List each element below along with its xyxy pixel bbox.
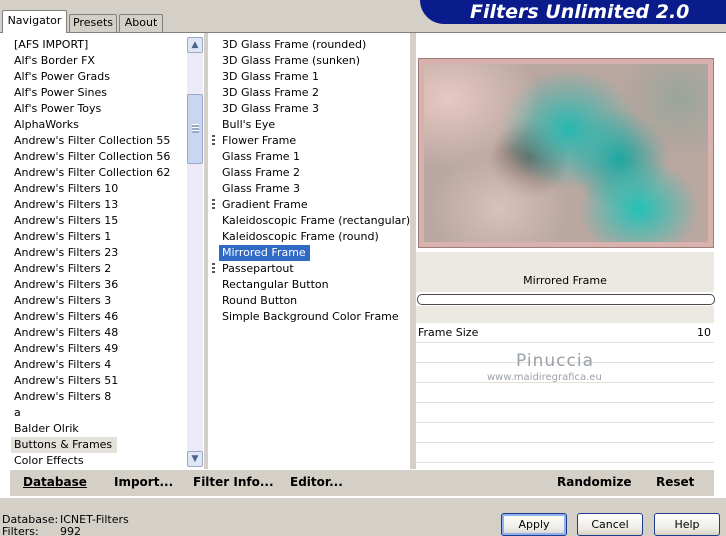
- editor-button[interactable]: Editor...: [290, 475, 343, 489]
- category-item[interactable]: Andrew's Filters 23: [11, 245, 118, 261]
- category-item[interactable]: Andrew's Filters 46: [11, 309, 118, 325]
- filter-item[interactable]: Rectangular Button: [219, 277, 329, 293]
- filter-item[interactable]: Glass Frame 1: [219, 149, 300, 165]
- filter-item[interactable]: Simple Background Color Frame: [219, 309, 399, 325]
- import-button[interactable]: Import...: [114, 475, 173, 489]
- category-item[interactable]: Andrew's Filter Collection 62: [11, 165, 170, 181]
- scroll-down-button[interactable]: ▼: [187, 451, 203, 467]
- filter-item[interactable]: 3D Glass Frame 3: [219, 101, 319, 117]
- filter-item[interactable]: Flower Frame: [211, 133, 296, 149]
- category-item[interactable]: Alf's Power Toys: [11, 101, 101, 117]
- filters-status-value: 992: [60, 525, 81, 536]
- category-item[interactable]: Buttons & Frames: [11, 437, 118, 453]
- tab-about[interactable]: About: [119, 14, 163, 32]
- param-row: [416, 384, 714, 403]
- filters-status-label: Filters:: [2, 525, 39, 536]
- filter-item[interactable]: Glass Frame 3: [219, 181, 300, 197]
- preview-image: [418, 58, 714, 248]
- category-item[interactable]: Andrew's Filters 48: [11, 325, 118, 341]
- category-item[interactable]: [AFS IMPORT]: [11, 37, 88, 53]
- divider: [204, 33, 208, 469]
- reset-button[interactable]: Reset: [656, 475, 694, 489]
- category-scrollbar[interactable]: ▲ ▼: [187, 37, 203, 467]
- category-item[interactable]: Andrew's Filter Collection 56: [11, 149, 170, 165]
- filter-item[interactable]: Kaleidoscopic Frame (round): [219, 229, 379, 245]
- import-label: Import...: [114, 475, 174, 489]
- scroll-up-button[interactable]: ▲: [187, 37, 203, 53]
- category-item[interactable]: Andrew's Filters 49: [11, 341, 118, 357]
- param-row: [416, 444, 714, 463]
- filter-item[interactable]: 3D Glass Frame 1: [219, 69, 319, 85]
- watermark-name: Pinuccia: [516, 351, 594, 371]
- param-value[interactable]: 10: [697, 326, 711, 339]
- category-item[interactable]: Andrew's Filters 13: [11, 197, 118, 213]
- chevron-down-icon: ▼: [191, 454, 199, 464]
- category-item[interactable]: Andrew's Filters 51: [11, 373, 118, 389]
- category-item[interactable]: Andrew's Filters 10: [11, 181, 118, 197]
- filter-item[interactable]: 3D Glass Frame 2: [219, 85, 319, 101]
- apply-button[interactable]: Apply: [501, 513, 567, 536]
- category-item[interactable]: Andrew's Filter Collection 55: [11, 133, 170, 149]
- filter-list[interactable]: 3D Glass Frame (rounded) 3D Glass Frame (…: [211, 37, 410, 325]
- randomize-button[interactable]: Randomize: [557, 475, 631, 489]
- category-item[interactable]: Alf's Power Sines: [11, 85, 107, 101]
- scroll-thumb[interactable]: [187, 94, 203, 164]
- parameter-panel: Frame Size 10: [416, 324, 714, 466]
- category-item[interactable]: Color Effects: [11, 453, 84, 469]
- category-item[interactable]: Andrew's Filters 1: [11, 229, 111, 245]
- category-item[interactable]: Andrew's Filters 3: [11, 293, 111, 309]
- category-item[interactable]: Alf's Power Grads: [11, 69, 110, 85]
- database-button[interactable]: Database: [23, 475, 87, 489]
- param-row[interactable]: Frame Size 10: [416, 324, 714, 343]
- preview-gap: [416, 252, 714, 270]
- filter-item[interactable]: Passepartout: [212, 261, 294, 277]
- param-row: [416, 424, 714, 443]
- app-title: Filters Unlimited 2.0: [470, 1, 690, 23]
- randomize-label: Randomize: [557, 475, 632, 489]
- param-row: [416, 404, 714, 423]
- filter-info-button[interactable]: Filter Info...: [193, 475, 274, 489]
- database-label: Database: [23, 475, 87, 489]
- category-item[interactable]: Balder Olrik: [11, 421, 79, 437]
- filter-item[interactable]: 3D Glass Frame (sunken): [219, 53, 360, 69]
- filter-item[interactable]: Glass Frame 2: [219, 165, 300, 181]
- selected-filter-caption: Mirrored Frame: [416, 270, 714, 292]
- editor-label: Editor...: [290, 475, 343, 489]
- category-list[interactable]: [AFS IMPORT] Alf's Border FX Alf's Power G…: [11, 37, 187, 469]
- params-gap: [416, 306, 714, 323]
- filter-item[interactable]: 3D Glass Frame (rounded): [219, 37, 366, 53]
- cancel-button[interactable]: Cancel: [577, 513, 643, 536]
- category-item[interactable]: Alf's Border FX: [11, 53, 95, 69]
- filter-item[interactable]: Gradient Frame: [212, 197, 308, 213]
- reset-label: Reset: [656, 475, 695, 489]
- filter-item[interactable]: Mirrored Frame: [219, 245, 310, 261]
- category-item[interactable]: Andrew's Filters 36: [11, 277, 118, 293]
- category-item[interactable]: AlphaWorks: [11, 117, 79, 133]
- tab-presets[interactable]: Presets: [69, 14, 117, 32]
- filter-item[interactable]: Round Button: [219, 293, 297, 309]
- tab-navigator[interactable]: Navigator: [2, 10, 67, 33]
- category-item[interactable]: Andrew's Filters 4: [11, 357, 111, 373]
- help-button[interactable]: Help: [654, 513, 720, 536]
- filter-item[interactable]: Kaleidoscopic Frame (rectangular): [219, 213, 410, 229]
- progress-bar: [417, 294, 715, 305]
- watermark-url: www.maidiregrafica.eu: [487, 372, 602, 383]
- category-item[interactable]: a: [11, 405, 21, 421]
- category-item[interactable]: Andrew's Filters 2: [11, 261, 111, 277]
- chevron-up-icon: ▲: [191, 40, 199, 50]
- category-item[interactable]: Andrew's Filters 8: [11, 389, 111, 405]
- category-item[interactable]: Andrew's Filters 15: [11, 213, 118, 229]
- filter-item[interactable]: Bull's Eye: [219, 117, 275, 133]
- param-label: Frame Size: [418, 326, 479, 339]
- filter-info-label: Filter Info...: [193, 475, 274, 489]
